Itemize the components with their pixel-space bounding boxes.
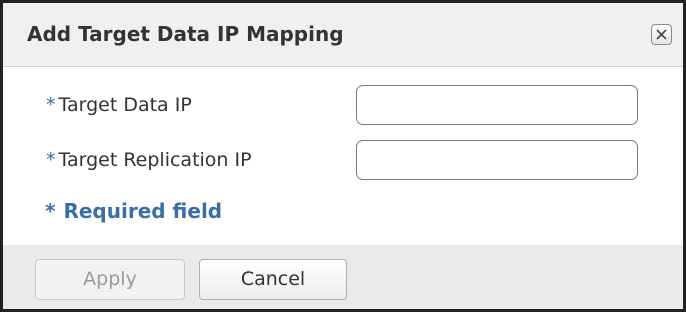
target-replication-ip-input[interactable] xyxy=(356,140,638,180)
required-field-note: * Required field xyxy=(45,191,222,231)
cancel-button[interactable]: Cancel xyxy=(199,259,347,300)
required-asterisk: * xyxy=(46,94,56,116)
target-data-ip-input[interactable] xyxy=(356,85,638,125)
required-note-text: Required field xyxy=(63,199,223,223)
required-note-asterisk: * xyxy=(45,199,56,223)
add-target-data-ip-mapping-dialog: Add Target Data IP Mapping * Target Data … xyxy=(0,0,686,312)
target-replication-ip-label: * Target Replication IP xyxy=(46,140,252,180)
close-button[interactable] xyxy=(651,24,672,45)
apply-button[interactable]: Apply xyxy=(35,259,185,300)
target-data-ip-label-text: Target Data IP xyxy=(58,94,192,116)
dialog-titlebar: Add Target Data IP Mapping xyxy=(3,3,683,67)
target-replication-ip-row: * Target Replication IP xyxy=(3,140,683,180)
close-icon xyxy=(656,29,667,40)
dialog-body: * Target Data IP * Target Replication IP *… xyxy=(3,67,683,245)
target-data-ip-label: * Target Data IP xyxy=(46,85,192,125)
target-data-ip-row: * Target Data IP xyxy=(3,85,683,125)
required-asterisk: * xyxy=(46,149,56,171)
dialog-title: Add Target Data IP Mapping xyxy=(27,22,344,46)
target-replication-ip-label-text: Target Replication IP xyxy=(58,149,252,171)
dialog-footer: Apply Cancel xyxy=(3,245,683,309)
